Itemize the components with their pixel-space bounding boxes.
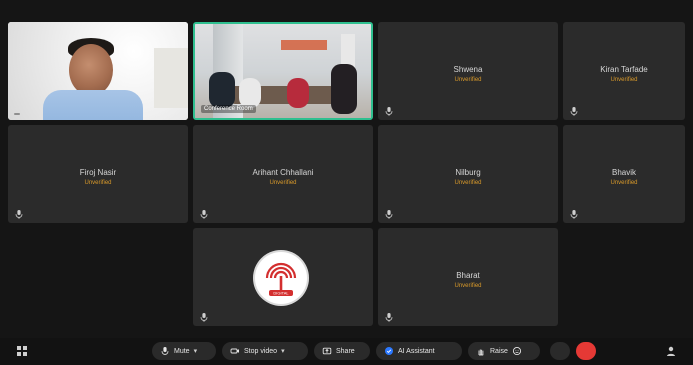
room-person — [239, 78, 261, 108]
mic-icon — [570, 210, 578, 219]
mic-icon — [200, 313, 208, 322]
grid-icon[interactable] — [16, 345, 28, 357]
stop-video-button[interactable]: Stop video ▾ — [222, 342, 308, 360]
participant-name: Nilburg — [455, 168, 481, 178]
room-person — [331, 64, 357, 114]
mic-icon — [15, 210, 23, 219]
meeting-toolbar: Mute ▾ Stop video ▾ Share AI Assistant R… — [0, 338, 693, 365]
participant-face — [69, 44, 113, 96]
raise-label: Raise — [490, 347, 508, 355]
more-options-button[interactable] — [550, 342, 570, 360]
mic-icon — [570, 107, 578, 116]
participants-icon[interactable] — [665, 345, 677, 357]
participant-tile[interactable]: Firoj Nasir Unverified — [8, 125, 188, 223]
participant-tile[interactable]: Kiran Tarfade Unverified — [563, 22, 685, 120]
participant-status: Unverified — [454, 282, 482, 289]
participant-name: Bharat — [456, 271, 480, 281]
share-button[interactable]: Share — [314, 342, 370, 360]
mic-icon — [385, 210, 393, 219]
ai-assistant-button[interactable]: AI Assistant — [376, 342, 462, 360]
leave-meeting-button[interactable] — [576, 342, 596, 360]
participant-status: Unverified — [84, 179, 112, 186]
share-icon — [322, 346, 332, 356]
participant-status: Unverified — [454, 76, 482, 83]
mute-label: Mute — [174, 347, 190, 355]
participant-status: Unverified — [454, 179, 482, 186]
participant-tile[interactable]: Nilburg Unverified — [378, 125, 558, 223]
stop-video-label: Stop video — [244, 347, 278, 355]
broadcast-logo-icon: DIGITAL — [257, 254, 305, 302]
mic-icon — [160, 346, 170, 356]
ai-assistant-icon — [384, 346, 394, 356]
mic-icon — [200, 210, 208, 219]
participant-status: Unverified — [610, 179, 638, 186]
participant-video-tile[interactable] — [8, 22, 188, 120]
participant-name: Bhavik — [611, 168, 636, 178]
participant-status: Unverified — [610, 76, 638, 83]
participant-tile[interactable]: Bhavik Unverified — [563, 125, 685, 223]
participant-name: Kiran Tarfade — [600, 65, 648, 75]
organization-logo: DIGITAL — [253, 250, 309, 306]
mute-button[interactable]: Mute ▾ — [152, 342, 216, 360]
video-caption — [14, 113, 20, 115]
logo-text: DIGITAL — [273, 290, 289, 295]
room-sign — [281, 40, 327, 50]
video-shelf — [154, 48, 188, 108]
participant-status: Unverified — [269, 179, 297, 186]
participant-name: Arihant Chhallani — [252, 168, 314, 178]
video-caption: Conference Room — [201, 105, 256, 113]
mic-icon — [385, 107, 393, 116]
participant-name: Shwena — [453, 65, 483, 75]
participant-tile[interactable]: Arihant Chhallani Unverified — [193, 125, 373, 223]
video-icon — [230, 346, 240, 356]
raise-hand-icon — [476, 346, 486, 356]
participant-tile[interactable]: Bharat Unverified — [378, 228, 558, 326]
chevron-down-icon[interactable]: ▾ — [194, 347, 198, 355]
participant-logo-tile[interactable]: DIGITAL — [193, 228, 373, 326]
participant-name: Firoj Nasir — [79, 168, 117, 178]
raise-hand-button[interactable]: Raise — [468, 342, 540, 360]
chevron-down-icon[interactable]: ▾ — [281, 347, 285, 355]
mic-icon — [385, 313, 393, 322]
room-person — [287, 78, 309, 108]
participant-tile[interactable]: Shwena Unverified — [378, 22, 558, 120]
room-person — [209, 72, 235, 108]
ai-assistant-label: AI Assistant — [398, 347, 435, 355]
meeting-window: Conference Room Shwena Unverified Kiran … — [0, 0, 693, 365]
share-label: Share — [336, 347, 355, 355]
participant-body — [43, 90, 143, 120]
emoji-icon[interactable] — [512, 346, 522, 356]
active-speaker-video-tile[interactable]: Conference Room — [193, 22, 373, 120]
